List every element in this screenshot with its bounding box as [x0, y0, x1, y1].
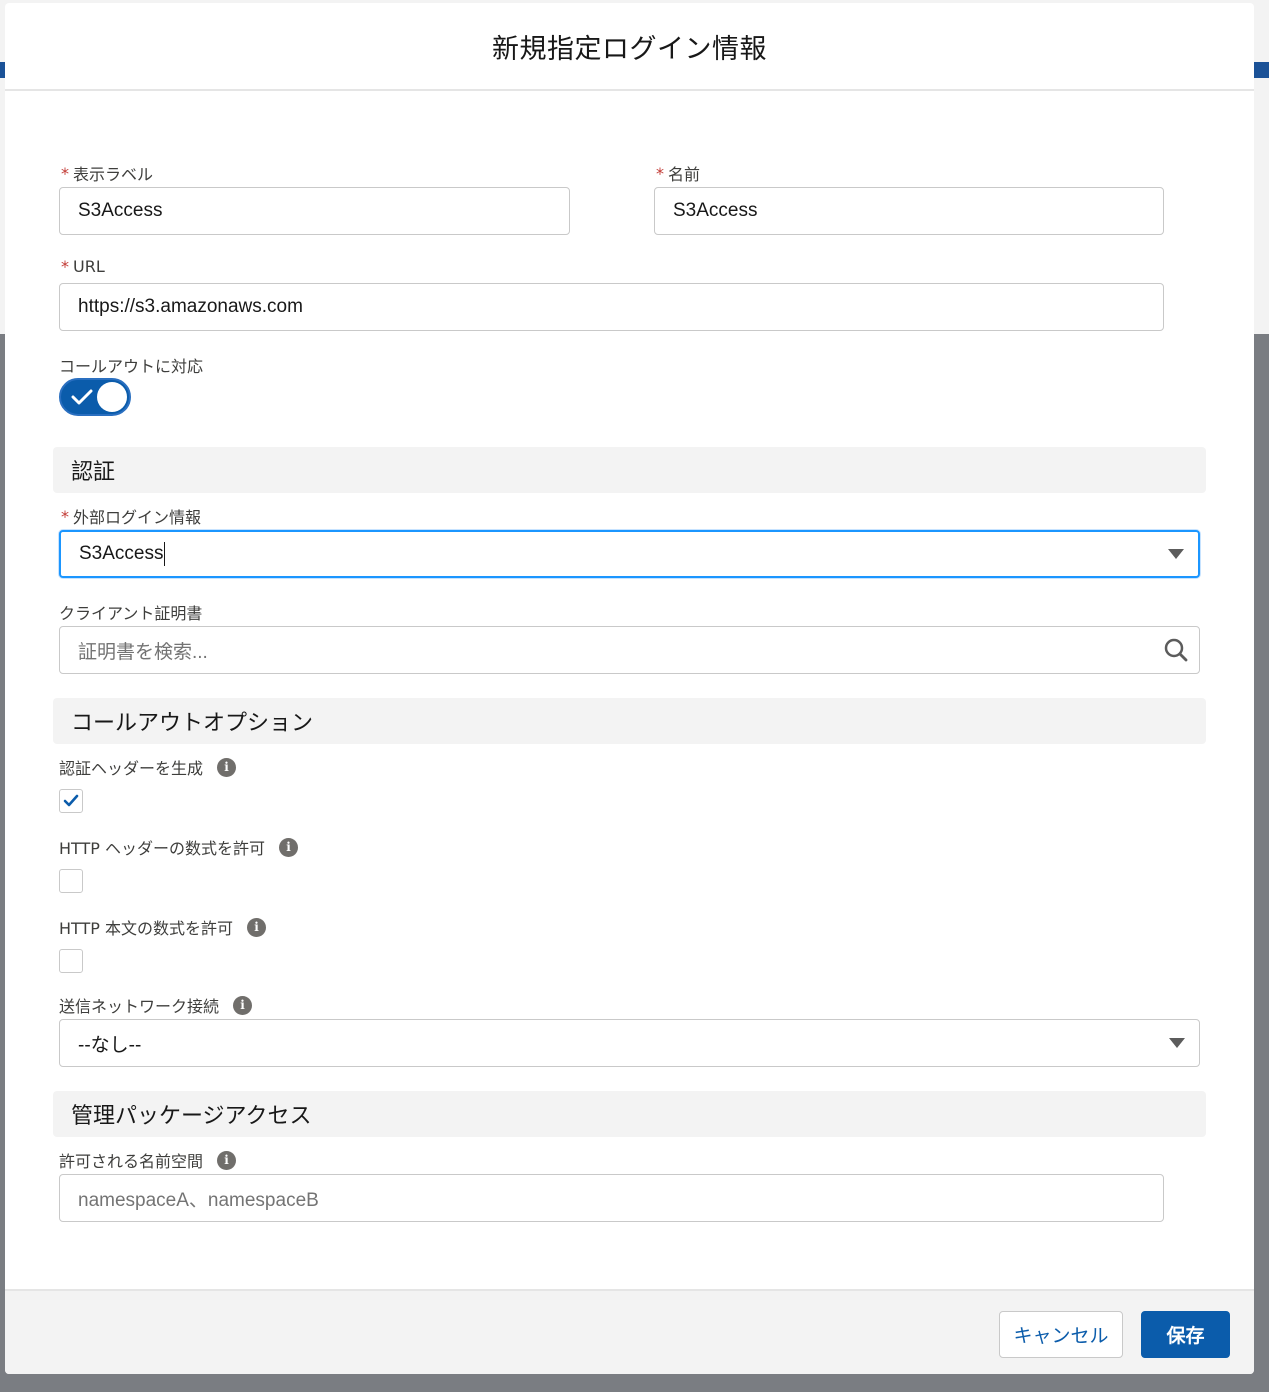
outbound-network-text: 送信ネットワーク接続: [59, 997, 220, 1016]
dialog-body: * 表示ラベル S3Access * 名前 S3Access * URL htt…: [5, 93, 1254, 1289]
check-icon: [63, 794, 79, 807]
client-cert-placeholder: 証明書を検索...: [78, 641, 208, 663]
name-field-text: 名前: [668, 165, 701, 184]
auth-section-title: 認証: [71, 460, 116, 485]
generate-auth-header-label: 認証ヘッダーを生成 i: [59, 755, 237, 779]
required-marker: *: [61, 506, 69, 526]
info-icon[interactable]: i: [217, 757, 237, 777]
managed-package-section-header: 管理パッケージアクセス: [53, 1091, 1206, 1137]
check-icon: [71, 389, 93, 405]
name-input[interactable]: S3Access: [654, 187, 1164, 235]
url-input-value: https://s3.amazonaws.com: [78, 296, 303, 317]
required-marker: *: [61, 257, 69, 276]
url-input[interactable]: https://s3.amazonaws.com: [59, 283, 1164, 331]
allowed-namespaces-label: 許可される名前空間 i: [59, 1148, 237, 1172]
allow-header-formulas-text: HTTP ヘッダーの数式を許可: [59, 839, 266, 858]
callout-options-section-header: コールアウトオプション: [53, 698, 1206, 744]
generate-auth-header-text: 認証ヘッダーを生成: [59, 759, 204, 778]
text-caret: [164, 542, 166, 566]
new-named-credential-dialog: 新規指定ログイン情報 * 表示ラベル S3Access * 名前 S3Acces…: [5, 3, 1254, 1374]
allow-body-formulas-label: HTTP 本文の数式を許可 i: [59, 915, 267, 939]
label-input-value: S3Access: [78, 200, 163, 221]
auth-section-header: 認証: [53, 447, 1206, 493]
dialog-header: 新規指定ログイン情報: [5, 3, 1254, 91]
search-icon: [1164, 638, 1188, 662]
dialog-footer: キャンセル 保存: [5, 1289, 1254, 1374]
allow-body-formulas-checkbox[interactable]: [59, 949, 83, 973]
generate-auth-header-checkbox[interactable]: [59, 789, 83, 813]
save-button[interactable]: 保存: [1141, 1311, 1230, 1358]
external-credential-text: 外部ログイン情報: [73, 508, 202, 527]
external-credential-label: * 外部ログイン情報: [61, 504, 201, 528]
outbound-network-value: --なし--: [78, 1034, 142, 1056]
info-icon[interactable]: i: [247, 917, 267, 937]
chevron-down-icon: [1168, 549, 1184, 559]
managed-package-title: 管理パッケージアクセス: [71, 1104, 312, 1129]
external-credential-select[interactable]: S3Access: [59, 530, 1200, 578]
required-marker: *: [61, 163, 69, 183]
chevron-down-icon: [1169, 1038, 1185, 1048]
label-input[interactable]: S3Access: [59, 187, 570, 235]
label-field-text: 表示ラベル: [73, 165, 154, 184]
url-field-text: URL: [73, 257, 105, 276]
callout-options-title: コールアウトオプション: [71, 711, 314, 736]
callout-field-label: コールアウトに対応: [59, 353, 203, 377]
allow-body-formulas-text: HTTP 本文の数式を許可: [59, 919, 234, 938]
name-input-value: S3Access: [673, 200, 758, 221]
callout-field-text: コールアウトに対応: [59, 357, 204, 376]
external-credential-value: S3Access: [79, 543, 164, 564]
outbound-network-label: 送信ネットワーク接続 i: [59, 993, 253, 1017]
cancel-button[interactable]: キャンセル: [999, 1311, 1123, 1358]
info-icon[interactable]: i: [217, 1150, 237, 1170]
allowed-namespaces-text: 許可される名前空間: [59, 1152, 204, 1171]
dialog-title: 新規指定ログイン情報: [492, 33, 767, 65]
client-cert-text: クライアント証明書: [59, 604, 203, 623]
outbound-network-select[interactable]: --なし--: [59, 1019, 1200, 1067]
client-cert-search-input[interactable]: 証明書を検索...: [59, 626, 1200, 674]
url-field-label: * URL: [61, 257, 105, 276]
allow-header-formulas-checkbox[interactable]: [59, 869, 83, 893]
client-cert-label: クライアント証明書: [59, 600, 202, 624]
required-marker: *: [656, 163, 664, 183]
info-icon[interactable]: i: [233, 995, 253, 1015]
toggle-knob: [97, 382, 127, 412]
name-field-label: * 名前: [656, 161, 700, 185]
info-icon[interactable]: i: [279, 837, 299, 857]
allow-header-formulas-label: HTTP ヘッダーの数式を許可 i: [59, 835, 299, 859]
label-field-label: * 表示ラベル: [61, 161, 153, 185]
allowed-namespaces-placeholder: namespaceA、namespaceB: [78, 1189, 319, 1211]
callout-toggle[interactable]: [59, 378, 131, 416]
allowed-namespaces-input[interactable]: namespaceA、namespaceB: [59, 1174, 1164, 1222]
